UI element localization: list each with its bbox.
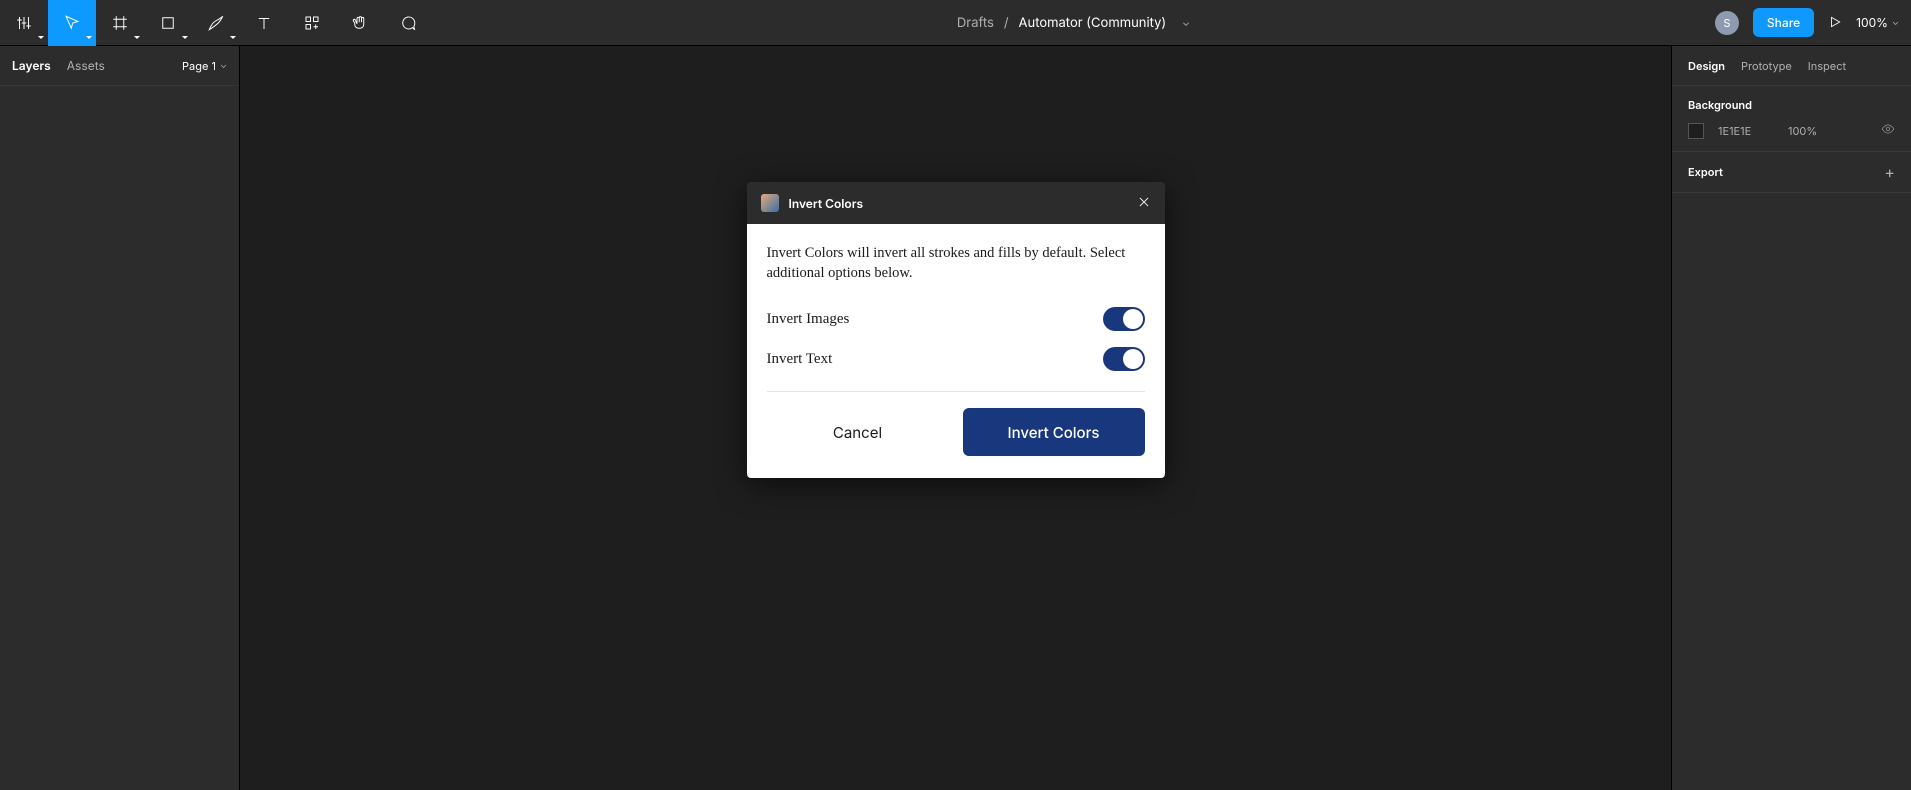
canvas[interactable]: Invert Colors Invert Colors will invert …: [240, 46, 1671, 790]
option-invert-images: Invert Images: [767, 299, 1145, 339]
top-toolbar: Drafts / Automator (Community) ⌄ S Share…: [0, 0, 1911, 46]
option-label: Invert Text: [767, 351, 833, 368]
background-opacity[interactable]: 100%: [1788, 124, 1817, 138]
frame-tool[interactable]: [96, 0, 144, 46]
option-label: Invert Images: [767, 311, 850, 328]
close-button[interactable]: [1137, 193, 1151, 213]
left-panel: Layers Assets Page 1 ⌄: [0, 46, 240, 790]
hand-tool[interactable]: [336, 0, 384, 46]
confirm-button[interactable]: Invert Colors: [963, 408, 1145, 456]
plugin-dialog: Invert Colors Invert Colors will invert …: [747, 182, 1165, 478]
cancel-button[interactable]: Cancel: [767, 408, 949, 456]
share-button[interactable]: Share: [1753, 8, 1814, 37]
add-export-button[interactable]: +: [1884, 164, 1895, 180]
present-button[interactable]: [1828, 13, 1842, 33]
text-tool[interactable]: [240, 0, 288, 46]
shape-tool[interactable]: [144, 0, 192, 46]
background-section: Background 1E1E1E 100%: [1672, 86, 1911, 152]
section-label: Background: [1688, 98, 1895, 112]
chevron-down-icon: ⌄: [220, 60, 227, 71]
tab-prototype[interactable]: Prototype: [1741, 59, 1792, 73]
breadcrumb-separator: /: [1004, 15, 1009, 31]
zoom-control[interactable]: 100% ⌄: [1856, 15, 1899, 30]
option-invert-text: Invert Text: [767, 339, 1145, 379]
move-tool[interactable]: [48, 0, 96, 46]
toggle-invert-text[interactable]: [1103, 347, 1145, 371]
tab-layers[interactable]: Layers: [12, 58, 51, 73]
pen-tool[interactable]: [192, 0, 240, 46]
right-panel: Design Prototype Inspect Background 1E1E…: [1671, 46, 1911, 790]
avatar[interactable]: S: [1715, 11, 1739, 35]
page-label: Page 1: [182, 59, 216, 73]
tab-assets[interactable]: Assets: [67, 58, 105, 73]
plugin-icon: [761, 194, 779, 212]
visibility-icon[interactable]: [1881, 122, 1895, 139]
breadcrumb-drafts[interactable]: Drafts: [957, 15, 994, 31]
background-swatch[interactable]: [1688, 123, 1704, 139]
tab-inspect[interactable]: Inspect: [1808, 59, 1846, 73]
export-section: Export +: [1672, 152, 1911, 193]
dialog-header: Invert Colors: [747, 182, 1165, 224]
breadcrumb-file[interactable]: Automator (Community): [1019, 15, 1167, 31]
toggle-invert-images[interactable]: [1103, 307, 1145, 331]
breadcrumb: Drafts / Automator (Community) ⌄: [432, 15, 1715, 31]
tab-design[interactable]: Design: [1688, 59, 1725, 73]
section-label: Export: [1688, 165, 1723, 179]
chevron-down-icon[interactable]: ⌄: [1182, 17, 1190, 29]
divider: [767, 391, 1145, 392]
page-selector[interactable]: Page 1 ⌄: [182, 59, 227, 73]
menu-button[interactable]: [0, 0, 48, 46]
chevron-down-icon: ⌄: [1892, 17, 1899, 28]
background-hex[interactable]: 1E1E1E: [1718, 124, 1774, 138]
dialog-description: Invert Colors will invert all strokes an…: [767, 244, 1145, 283]
zoom-value: 100%: [1856, 15, 1888, 30]
dialog-title: Invert Colors: [789, 196, 864, 211]
resources-tool[interactable]: [288, 0, 336, 46]
comment-tool[interactable]: [384, 0, 432, 46]
